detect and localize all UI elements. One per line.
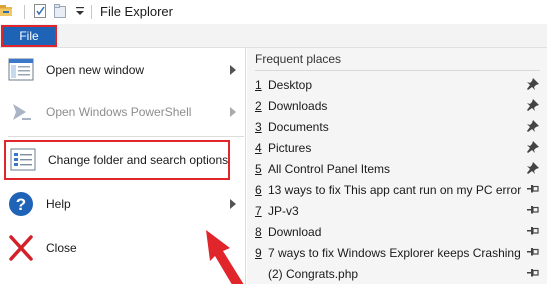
help-label: Help [46,197,71,211]
frequent-place-number: 3 [255,120,262,134]
unpinned-icon[interactable] [527,267,539,279]
title-bar: File Explorer [0,0,547,24]
frequent-place-number: 4 [255,141,262,155]
frequent-place-name: 7 ways to fix Windows Explorer keeps Cra… [268,246,521,260]
pin-icon[interactable] [527,99,539,111]
close-label: Close [46,241,77,255]
frequent-place-item[interactable]: 7 JP-v3 [255,200,545,221]
open-powershell-item: Open Windows PowerShell [0,92,246,132]
frequent-place-item[interactable]: 3 Documents [255,116,545,137]
open-new-window-item[interactable]: Open new window [0,50,246,90]
frequent-place-number: 1 [255,78,262,92]
unpinned-icon[interactable] [527,204,539,216]
annotation-arrow-icon [206,230,244,284]
title-separator [91,5,92,19]
change-folder-options-item[interactable]: Change folder and search options [4,140,230,180]
frequent-place-item[interactable]: 9 7 ways to fix Windows Explorer keeps Cr… [255,242,545,263]
unpinned-icon[interactable] [527,225,539,237]
frequent-place-item[interactable]: 5 All Control Panel Items [255,158,545,179]
folder-icon[interactable] [0,4,12,18]
unpinned-icon[interactable] [527,246,539,258]
pin-icon[interactable] [527,141,539,153]
toolbar-separator [24,5,25,19]
frequent-place-item[interactable]: 2 Downloads [255,95,545,116]
frequent-place-name: Downloads [268,99,328,113]
frequent-place-name: (2) Congrats.php [268,267,359,281]
frequent-place-item[interactable]: 1 Desktop [255,74,545,95]
file-menu: Open new window Open Windows PowerShell [0,48,547,284]
frequent-place-name: Documents [268,120,329,134]
menu-divider [8,136,244,137]
customize-dropdown-icon[interactable] [75,4,85,18]
frequent-place-item[interactable]: 6 13 ways to fix This app cant run on my … [255,179,545,200]
frequent-place-name: All Control Panel Items [268,162,391,176]
powershell-icon [13,104,31,120]
frequent-place-item[interactable]: (2) Congrats.php [255,263,545,284]
unpinned-icon[interactable] [527,183,539,195]
frequent-place-number: 8 [255,225,262,239]
chevron-right-icon [230,107,236,117]
change-folder-options-label: Change folder and search options [48,153,229,167]
frequent-place-name: Pictures [268,141,312,155]
frequent-places-pane: Frequent places 1 Desktop 2 Downloads 3 Docum… [247,48,547,284]
pin-icon[interactable] [527,78,539,90]
frequent-place-number: 7 [255,204,262,218]
frequent-place-number: 2 [255,99,262,113]
pin-icon[interactable] [527,120,539,132]
frequent-places-title: Frequent places [255,52,342,66]
frequent-place-number: 5 [255,162,262,176]
svg-text:?: ? [16,195,26,214]
properties-icon[interactable] [34,4,46,18]
window-title: File Explorer [100,4,173,19]
ribbon-tab-row: File [0,24,547,48]
frequent-place-name: Download [268,225,322,239]
new-folder-icon[interactable] [54,4,66,18]
frequent-place-number: 6 [255,183,262,197]
help-item[interactable]: ? Help [0,184,246,224]
open-powershell-label: Open Windows PowerShell [46,105,192,119]
frequent-place-number: 9 [255,246,262,260]
folder-options-icon [10,148,36,171]
chevron-right-icon [230,65,236,75]
open-new-window-label: Open new window [46,63,145,77]
chevron-right-icon [230,199,236,209]
pin-icon[interactable] [527,162,539,174]
frequent-place-name: Desktop [268,78,313,92]
close-icon [9,235,33,261]
frequent-place-name: 13 ways to fix This app cant run on my P… [268,183,522,197]
frequent-places-divider [255,70,540,71]
frequent-place-name: JP-v3 [268,204,299,218]
help-icon: ? [9,192,33,216]
frequent-place-item[interactable]: 4 Pictures [255,137,545,158]
frequent-place-item[interactable]: 8 Download [255,221,545,242]
new-window-icon [8,58,34,81]
file-tab[interactable]: File [1,25,57,47]
